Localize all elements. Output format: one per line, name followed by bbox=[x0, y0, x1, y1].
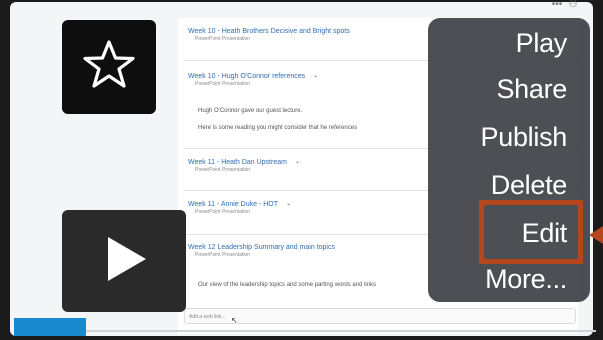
play-icon bbox=[94, 229, 154, 294]
menu-item-more[interactable]: More... bbox=[485, 264, 567, 295]
link-icon[interactable]: ⚇ bbox=[566, 0, 580, 10]
more-options-icon[interactable]: ••• bbox=[550, 0, 564, 10]
menu-item-play[interactable]: Play bbox=[516, 28, 568, 59]
add-link-input[interactable]: Add a web link... bbox=[184, 308, 576, 324]
chevron-down-icon[interactable]: ⌄ bbox=[295, 158, 300, 165]
star-icon bbox=[81, 37, 137, 98]
menu-item-share[interactable]: Share bbox=[496, 74, 567, 105]
video-progress-track[interactable] bbox=[86, 330, 596, 332]
menu-item-delete[interactable]: Delete bbox=[491, 170, 568, 201]
chevron-down-icon[interactable]: ⌄ bbox=[313, 72, 318, 79]
edit-highlight-box bbox=[479, 200, 583, 264]
item-description: Hugh O'Connor gave our guest lecture. bbox=[198, 108, 303, 114]
pointer-arrow-icon bbox=[589, 226, 603, 244]
chevron-down-icon[interactable]: ⌄ bbox=[286, 200, 291, 207]
favorite-button[interactable] bbox=[62, 20, 156, 114]
play-button[interactable] bbox=[62, 210, 186, 312]
video-progress-bar[interactable] bbox=[14, 318, 86, 336]
item-description: Our view of the leadership topics and so… bbox=[198, 282, 377, 288]
item-description: Here is some reading you might consider … bbox=[198, 125, 358, 131]
video-frame: ••• ⚇ Week 10 - Heath Brothers Decisive … bbox=[0, 0, 603, 340]
mouse-cursor-icon: ↖ bbox=[231, 316, 238, 325]
menu-item-publish[interactable]: Publish bbox=[481, 122, 568, 153]
